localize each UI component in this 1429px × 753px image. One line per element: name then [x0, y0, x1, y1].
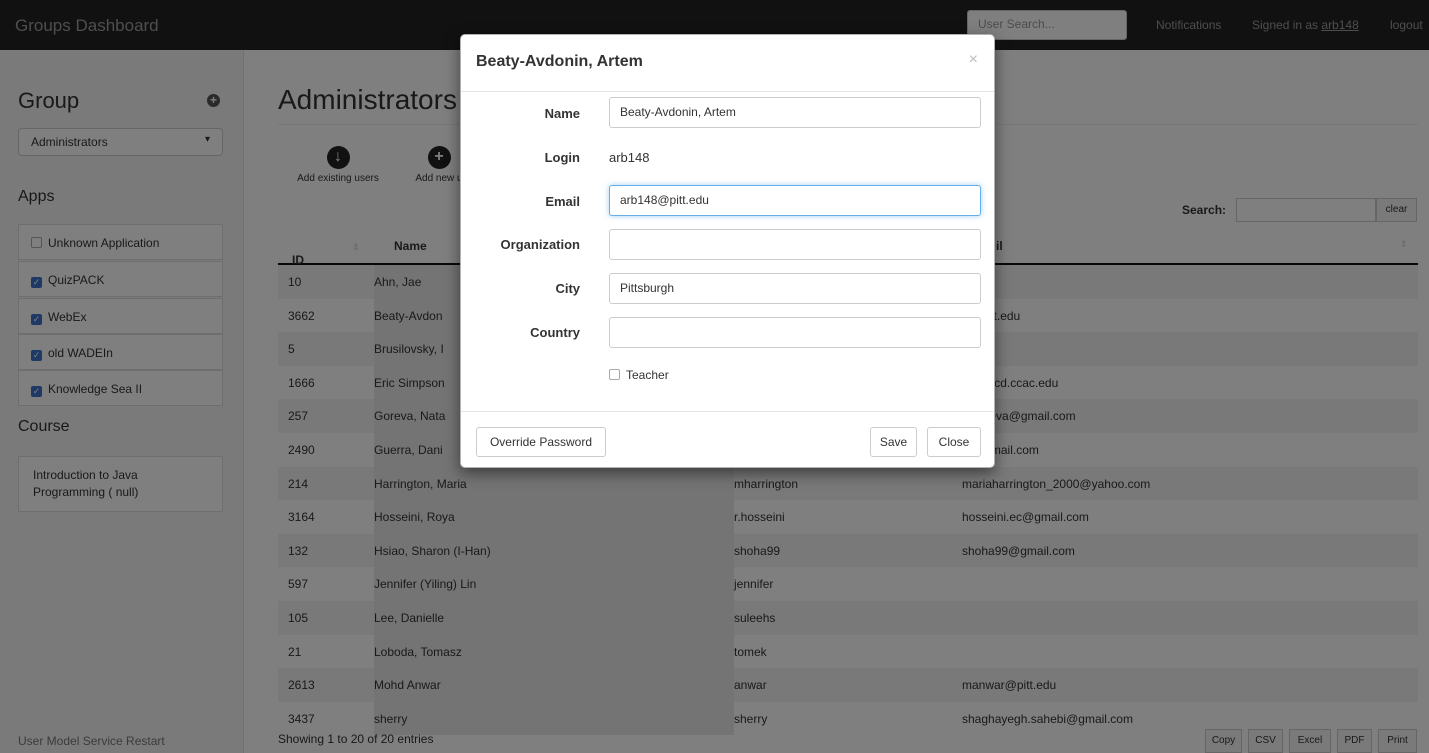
country-field[interactable]	[609, 317, 981, 348]
teacher-checkbox-row[interactable]: Teacher	[609, 368, 669, 382]
edit-user-modal: Beaty-Avdonin, Artem × Name Beaty-Avdoni…	[460, 34, 995, 468]
divider	[461, 411, 994, 412]
checkbox-unchecked-icon[interactable]	[609, 369, 620, 380]
login-label: Login	[544, 150, 580, 165]
divider	[461, 91, 994, 92]
close-button[interactable]: Close	[927, 427, 981, 457]
name-label: Name	[544, 106, 580, 121]
email-label: Email	[545, 194, 580, 209]
save-button[interactable]: Save	[870, 427, 917, 457]
country-label: Country	[530, 325, 580, 340]
teacher-label: Teacher	[626, 368, 669, 382]
login-value: arb148	[609, 150, 650, 165]
city-label: City	[555, 281, 580, 296]
close-icon[interactable]: ×	[969, 51, 978, 69]
organization-label: Organization	[500, 237, 580, 252]
organization-field[interactable]	[609, 229, 981, 260]
override-password-button[interactable]: Override Password	[476, 427, 606, 457]
modal-title: Beaty-Avdonin, Artem	[476, 53, 643, 70]
name-field[interactable]: Beaty-Avdonin, Artem	[609, 97, 981, 128]
city-field[interactable]: Pittsburgh	[609, 273, 981, 304]
email-field[interactable]: arb148@pitt.edu	[609, 185, 981, 216]
